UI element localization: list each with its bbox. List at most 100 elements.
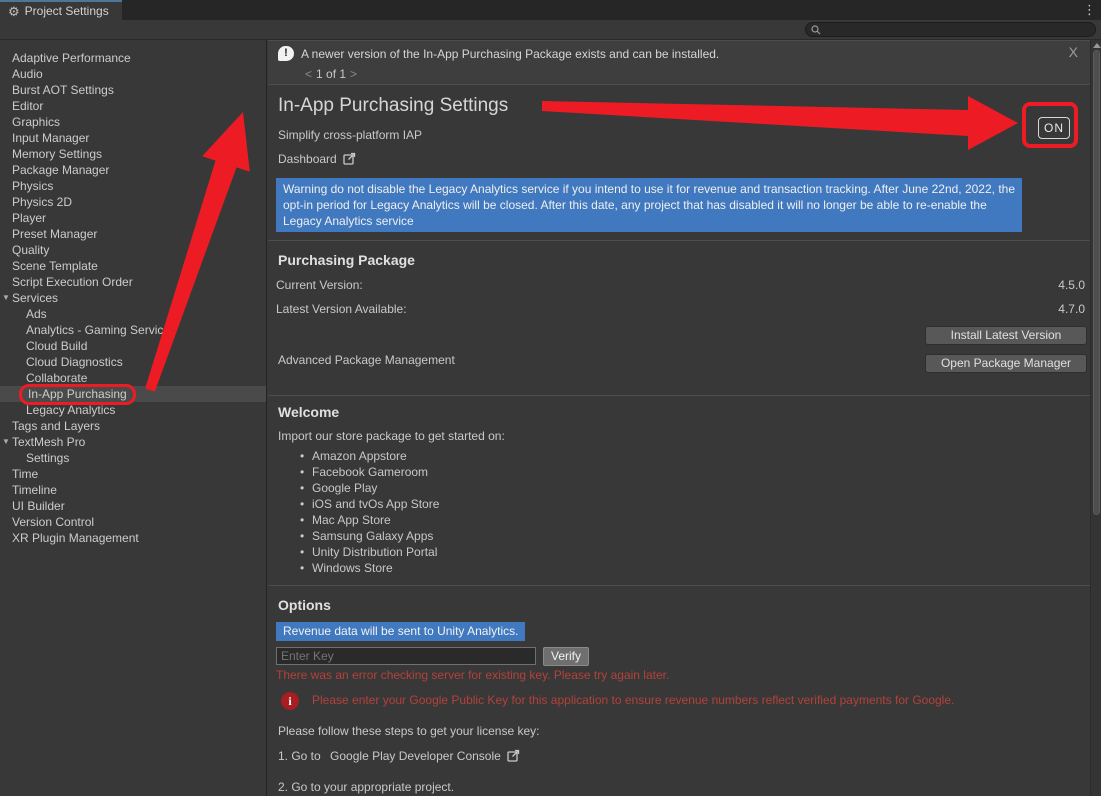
pager-next-button[interactable]: > — [346, 67, 361, 81]
tab-project-settings[interactable]: ⚙ Project Settings — [0, 0, 122, 20]
verify-button[interactable]: Verify — [543, 647, 589, 666]
advanced-package-management-label: Advanced Package Management — [278, 353, 455, 367]
sidebar-item-label: Input Manager — [12, 131, 89, 145]
sidebar-item-label: Cloud Diagnostics — [26, 355, 123, 369]
open-package-manager-button[interactable]: Open Package Manager — [925, 354, 1087, 373]
sidebar-item-label: Analytics - Gaming Services — [26, 323, 176, 337]
sidebar-item-graphics[interactable]: Graphics — [0, 114, 266, 130]
close-icon[interactable]: X — [1069, 44, 1078, 60]
sidebar-item-legacy-analytics[interactable]: Legacy Analytics — [0, 402, 266, 418]
sidebar-item-settings[interactable]: Settings — [0, 450, 266, 466]
google-play-console-link[interactable]: Google Play Developer Console — [330, 749, 501, 763]
sidebar-item-services[interactable]: ▼Services — [0, 290, 266, 306]
step-1: 1. Go to Google Play Developer Console — [278, 749, 520, 765]
sidebar-item-label: Legacy Analytics — [26, 403, 115, 417]
notification-bar: ! A newer version of the In-App Purchasi… — [268, 40, 1090, 85]
search-input[interactable] — [805, 22, 1096, 37]
sidebar-item-label: Memory Settings — [12, 147, 102, 161]
revenue-note: Revenue data will be sent to Unity Analy… — [276, 622, 525, 641]
store-list-item: Samsung Galaxy Apps — [300, 528, 439, 544]
sidebar-item-label: Editor — [12, 99, 43, 113]
sidebar-item-physics[interactable]: Physics — [0, 178, 266, 194]
sidebar-item-physics-2d[interactable]: Physics 2D — [0, 194, 266, 210]
license-key-input[interactable] — [276, 647, 536, 665]
step-1-prefix: 1. Go to — [278, 749, 321, 763]
sidebar-item-cloud-build[interactable]: Cloud Build — [0, 338, 266, 354]
sidebar-item-textmesh-pro[interactable]: ▼TextMesh Pro — [0, 434, 266, 450]
external-link-icon — [507, 749, 520, 765]
sidebar-item-in-app-purchasing[interactable]: In-App Purchasing — [0, 386, 266, 402]
dashboard-link[interactable]: Dashboard — [278, 152, 356, 168]
sidebar-item-player[interactable]: Player — [0, 210, 266, 226]
scroll-up-arrow-icon[interactable] — [1093, 43, 1101, 48]
welcome-title: Welcome — [278, 404, 339, 420]
kebab-menu-icon[interactable]: ⋮ — [1083, 2, 1095, 18]
sidebar-item-ui-builder[interactable]: UI Builder — [0, 498, 266, 514]
tab-strip: ⚙ Project Settings ⋮ — [0, 0, 1101, 20]
sidebar-item-quality[interactable]: Quality — [0, 242, 266, 258]
notification-pager: <1 of 1> — [301, 67, 361, 81]
sidebar-item-label: Tags and Layers — [12, 419, 100, 433]
pager-prev-button[interactable]: < — [301, 67, 316, 81]
store-list-item: Windows Store — [300, 560, 439, 576]
sidebar-item-label: Version Control — [12, 515, 94, 529]
sidebar-item-time[interactable]: Time — [0, 466, 266, 482]
simplify-label: Simplify cross-platform IAP — [278, 128, 422, 142]
sidebar-item-script-execution-order[interactable]: Script Execution Order — [0, 274, 266, 290]
sidebar-item-label: Audio — [12, 67, 43, 81]
store-list-item: Amazon Appstore — [300, 448, 439, 464]
sidebar-item-xr-plugin-management[interactable]: XR Plugin Management — [0, 530, 266, 546]
store-list-item: iOS and tvOs App Store — [300, 496, 439, 512]
current-version-label: Current Version: — [276, 278, 363, 292]
sidebar-item-label: Package Manager — [12, 163, 109, 177]
settings-sidebar: Adaptive PerformanceAudio Burst AOT Setti… — [0, 40, 267, 796]
sidebar-item-burst-aot-settings[interactable]: Burst AOT Settings — [0, 82, 266, 98]
sidebar-item-label: Player — [12, 211, 46, 225]
sidebar-item-scene-template[interactable]: Scene Template — [0, 258, 266, 274]
steps-intro: Please follow these steps to get your li… — [278, 724, 539, 738]
iap-enable-toggle[interactable]: ON — [1038, 117, 1070, 139]
toolbar — [0, 20, 1101, 40]
sidebar-item-audio[interactable]: Audio — [0, 66, 266, 82]
latest-version-value: 4.7.0 — [1058, 302, 1085, 316]
sidebar-item-memory-settings[interactable]: Memory Settings — [0, 146, 266, 162]
sidebar-item-label: Burst AOT Settings — [12, 83, 114, 97]
sidebar-item-label: Physics 2D — [12, 195, 72, 209]
sidebar-item-editor[interactable]: Editor — [0, 98, 266, 114]
sidebar-item-adaptive-performance[interactable]: Adaptive Performance — [0, 50, 266, 66]
sidebar-item-ads[interactable]: Ads — [0, 306, 266, 322]
expand-triangle-icon[interactable]: ▼ — [2, 290, 12, 306]
expand-triangle-icon[interactable]: ▼ — [2, 434, 12, 450]
store-list-item: Facebook Gameroom — [300, 464, 439, 480]
latest-version-label: Latest Version Available: — [276, 302, 407, 316]
sidebar-item-tags-and-layers[interactable]: Tags and Layers — [0, 418, 266, 434]
info-icon: i — [281, 692, 299, 710]
vertical-scrollbar[interactable] — [1090, 40, 1101, 796]
sidebar-item-label: Ads — [26, 307, 47, 321]
sidebar-item-label: Graphics — [12, 115, 60, 129]
sidebar-item-cloud-diagnostics[interactable]: Cloud Diagnostics — [0, 354, 266, 370]
pager-label: 1 of 1 — [316, 67, 346, 81]
search-field[interactable] — [825, 24, 1085, 36]
sidebar-item-preset-manager[interactable]: Preset Manager — [0, 226, 266, 242]
store-list: Amazon AppstoreFacebook GameroomGoogle P… — [300, 448, 439, 576]
step-2: 2. Go to your appropriate project. — [278, 780, 454, 794]
sidebar-item-package-manager[interactable]: Package Manager — [0, 162, 266, 178]
gear-icon: ⚙ — [8, 5, 20, 18]
sidebar-item-label: Cloud Build — [26, 339, 87, 353]
legacy-analytics-warning: Warning do not disable the Legacy Analyt… — [276, 178, 1022, 232]
sidebar-item-label: Collaborate — [26, 371, 87, 385]
store-list-item: Unity Distribution Portal — [300, 544, 439, 560]
purchasing-package-title: Purchasing Package — [278, 252, 415, 268]
sidebar-item-timeline[interactable]: Timeline — [0, 482, 266, 498]
sidebar-item-version-control[interactable]: Version Control — [0, 514, 266, 530]
search-icon — [811, 25, 821, 35]
project-settings-window: ⚙ Project Settings ⋮ Adaptive Performanc… — [0, 0, 1101, 796]
sidebar-item-analytics-gaming-services[interactable]: Analytics - Gaming Services — [0, 322, 266, 338]
scrollbar-thumb[interactable] — [1093, 50, 1100, 515]
sidebar-item-input-manager[interactable]: Input Manager — [0, 130, 266, 146]
install-latest-version-button[interactable]: Install Latest Version — [925, 326, 1087, 345]
options-title: Options — [278, 597, 331, 613]
warning-bubble-icon: ! — [278, 46, 294, 61]
current-version-value: 4.5.0 — [1058, 278, 1085, 292]
